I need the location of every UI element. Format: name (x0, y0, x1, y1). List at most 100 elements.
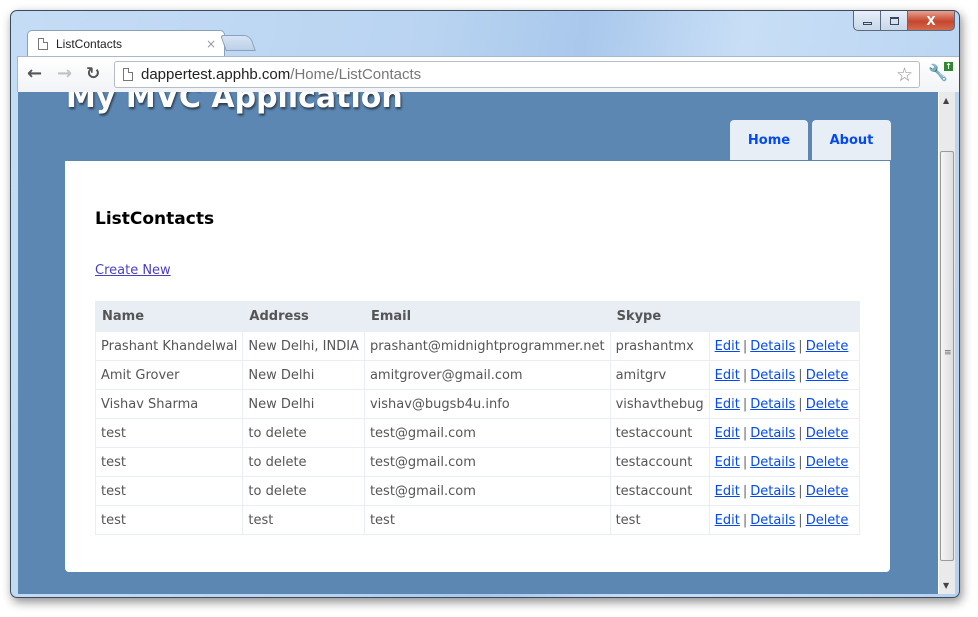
cell-skype: test (609, 505, 710, 535)
cell-address: test (242, 505, 365, 535)
reload-icon[interactable]: ↻ (86, 63, 100, 85)
cell-address: to delete (242, 418, 365, 448)
back-arrow-icon[interactable]: ← (27, 63, 42, 85)
details-link[interactable]: Details (750, 368, 795, 383)
cell-email: amitgrover@gmail.com (363, 360, 611, 390)
cell-address: New Delhi (242, 389, 365, 419)
delete-link[interactable]: Delete (806, 484, 849, 499)
new-tab-button[interactable] (220, 35, 256, 51)
cell-address: to delete (242, 476, 365, 506)
cell-name: test (94, 447, 244, 477)
table-row: test test test test Edit | Details | Delete (94, 505, 861, 535)
details-link[interactable]: Details (750, 484, 795, 499)
cell-name: Vishav Sharma (94, 389, 244, 419)
details-link[interactable]: Details (750, 455, 795, 470)
separator: | (798, 483, 803, 499)
edit-link[interactable]: Edit (715, 368, 740, 383)
cell-name: test (94, 505, 244, 535)
address-bar[interactable]: dappertest.apphb.com/Home/ListContacts ☆ (114, 61, 920, 88)
cell-address: to delete (242, 447, 365, 477)
create-new-link[interactable]: Create New (95, 263, 171, 278)
separator: | (798, 454, 803, 470)
edit-link[interactable]: Edit (715, 426, 740, 441)
table-row: Prashant Khandelwal New Delhi, INDIA prash… (94, 331, 861, 361)
table-body: Prashant Khandelwal New Delhi, INDIA prash… (94, 331, 861, 535)
bookmark-star-icon[interactable]: ☆ (896, 64, 913, 86)
cell-skype: prashantmx (609, 331, 710, 361)
separator: | (742, 396, 748, 412)
scroll-up-arrow-icon[interactable]: ▲ (943, 96, 949, 105)
tab-title: ListContacts (56, 37, 123, 51)
separator: | (742, 483, 748, 499)
cell-skype: testaccount (609, 476, 710, 506)
separator: | (742, 425, 748, 441)
edit-link[interactable]: Edit (715, 484, 740, 499)
header-skype: Skype (609, 301, 710, 332)
maximize-button[interactable] (881, 11, 908, 31)
separator: | (742, 454, 748, 470)
page-title: ListContacts (95, 209, 215, 229)
separator: | (798, 367, 803, 383)
forward-arrow-icon[interactable]: → (57, 63, 72, 85)
scroll-down-arrow-icon[interactable]: ▼ (943, 581, 949, 590)
cell-actions: Edit | Details | Delete (708, 476, 861, 506)
tab-close-icon[interactable]: × (206, 37, 216, 51)
header-email: Email (363, 301, 611, 332)
cell-email: test (363, 505, 611, 535)
cell-name: Amit Grover (94, 360, 244, 390)
delete-link[interactable]: Delete (806, 426, 849, 441)
table-header-row: Name Address Email Skype (94, 301, 861, 332)
vertical-scrollbar[interactable]: ▲ ≡ ▼ (938, 92, 955, 594)
cell-name: Prashant Khandelwal (94, 331, 244, 361)
site-title: My MVC Application (66, 92, 403, 115)
cell-actions: Edit | Details | Delete (708, 447, 861, 477)
cell-email: test@gmail.com (363, 476, 611, 506)
cell-name: test (94, 418, 244, 448)
edit-link[interactable]: Edit (715, 397, 740, 412)
cell-actions: Edit | Details | Delete (708, 389, 861, 419)
window-close-button[interactable]: X (908, 11, 955, 31)
browser-toolbar: ← → ↻ dappertest.apphb.com/Home/ListCont… (17, 56, 959, 92)
cell-skype: testaccount (609, 418, 710, 448)
table-row: Amit Grover New Delhi amitgrover@gmail.com… (94, 360, 861, 390)
details-link[interactable]: Details (750, 397, 795, 412)
url-text[interactable]: dappertest.apphb.com/Home/ListContacts (141, 66, 421, 83)
minimize-icon (862, 21, 872, 25)
separator: | (742, 512, 748, 528)
cell-skype: vishavthebug (609, 389, 710, 419)
grip-icon: ≡ (944, 348, 952, 358)
browser-tab[interactable]: ListContacts × (27, 30, 225, 57)
separator: | (798, 338, 803, 354)
details-link[interactable]: Details (750, 339, 795, 354)
menu-home-link[interactable]: Home (730, 120, 808, 160)
cell-email: test@gmail.com (363, 447, 611, 477)
delete-link[interactable]: Delete (806, 397, 849, 412)
menu-about-link[interactable]: About (812, 120, 891, 160)
delete-link[interactable]: Delete (806, 368, 849, 383)
table-row: test to delete test@gmail.com testaccount Ed… (94, 418, 861, 448)
delete-link[interactable]: Delete (806, 339, 849, 354)
details-link[interactable]: Details (750, 426, 795, 441)
cell-address: New Delhi, INDIA (242, 331, 365, 361)
cell-actions: Edit | Details | Delete (708, 360, 861, 390)
edit-link[interactable]: Edit (715, 513, 740, 528)
main-menu: Home About (730, 120, 891, 160)
cell-skype: testaccount (609, 447, 710, 477)
edit-link[interactable]: Edit (715, 455, 740, 470)
edit-link[interactable]: Edit (715, 339, 740, 354)
header-address: Address (242, 301, 365, 332)
header-actions (708, 301, 861, 332)
details-link[interactable]: Details (750, 513, 795, 528)
delete-link[interactable]: Delete (806, 455, 849, 470)
header-name: Name (94, 301, 244, 332)
url-host: dappertest.apphb.com (141, 66, 291, 83)
scroll-thumb[interactable]: ≡ (940, 151, 954, 561)
url-path: /Home/ListContacts (290, 66, 422, 83)
browser-window: X ListContacts × ← → ↻ dappertest.apphb.… (10, 10, 960, 598)
table-row: Vishav Sharma New Delhi vishav@bugsb4u.inf… (94, 389, 861, 419)
table-row: test to delete test@gmail.com testaccount Ed… (94, 447, 861, 477)
delete-link[interactable]: Delete (806, 513, 849, 528)
minimize-button[interactable] (853, 11, 881, 31)
cell-address: New Delhi (242, 360, 365, 390)
cell-email: test@gmail.com (363, 418, 611, 448)
